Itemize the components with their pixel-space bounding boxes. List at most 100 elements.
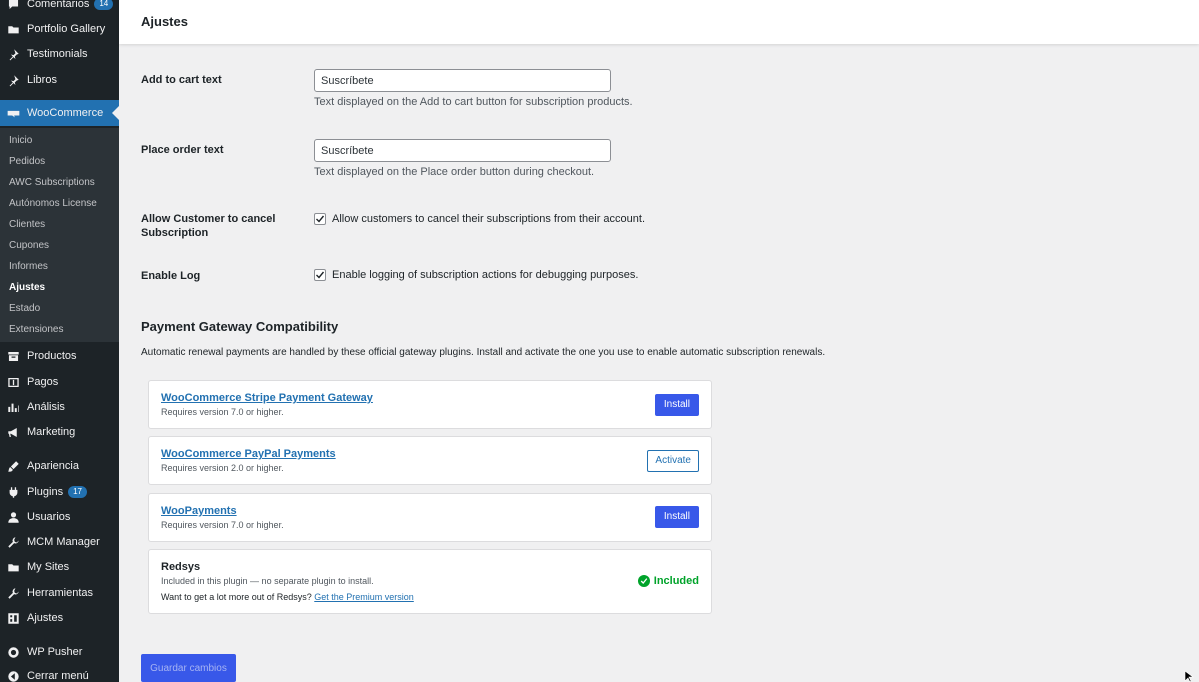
page-title: Ajustes [141, 14, 188, 29]
redsys-included-note: Included in this plugin — no separate pl… [161, 576, 374, 586]
brush-icon [6, 459, 20, 473]
submenu-autonomos-license[interactable]: Autónomos License [9, 196, 97, 212]
page-header: Ajustes [119, 0, 1199, 44]
menu-plugins[interactable]: Plugins 17 [0, 479, 119, 505]
menu-testimonials[interactable]: Testimonials [0, 41, 119, 67]
menu-label: Comentarios [27, 0, 90, 10]
menu-analisis[interactable]: Análisis [0, 394, 119, 420]
stripe-requirement: Requires version 7.0 or higher. [161, 407, 284, 417]
menu-wp-pusher[interactable]: WP Pusher [0, 639, 119, 665]
add-to-cart-label: Add to cart text [141, 74, 222, 86]
submenu-cupones[interactable]: Cupones [9, 238, 49, 254]
enable-log-label: Enable Log [141, 270, 201, 282]
menu-ajustes[interactable]: Ajustes [0, 605, 119, 631]
menu-pagos[interactable]: Pagos [0, 369, 119, 395]
stripe-link[interactable]: WooCommerce Stripe Payment Gateway [161, 392, 373, 404]
menu-apariencia[interactable]: Apariencia [0, 453, 119, 479]
gateway-card-woopayments: WooPayments Requires version 7.0 or high… [148, 493, 712, 542]
redsys-title: Redsys [161, 561, 201, 573]
check-circle-icon [637, 575, 650, 587]
comment-count-badge: 14 [94, 0, 114, 10]
redsys-upsell-text: Want to get a lot more out of Redsys? [161, 592, 312, 602]
settings-icon [6, 611, 20, 625]
paypal-activate-button[interactable]: Activate [647, 450, 699, 472]
pin-icon [6, 47, 20, 61]
menu-woocommerce[interactable]: WooCommerce [0, 100, 119, 126]
money-icon [6, 375, 20, 389]
pin-icon [6, 73, 20, 87]
place-order-input[interactable] [314, 139, 611, 162]
archive-icon [6, 349, 20, 363]
redsys-premium-link[interactable]: Get the Premium version [314, 592, 414, 602]
submenu-pedidos[interactable]: Pedidos [9, 154, 45, 170]
menu-label: Ajustes [27, 612, 64, 624]
menu-label: Herramientas [27, 587, 94, 599]
place-order-desc: Text displayed on the Place order button… [314, 166, 595, 178]
menu-label: Apariencia [27, 460, 79, 472]
megaphone-icon [6, 425, 20, 439]
gateway-card-redsys: Redsys Included in this plugin — no sepa… [148, 549, 712, 614]
check-icon [316, 271, 325, 279]
menu-label: WP Pusher [27, 646, 83, 658]
gateway-card-stripe: WooCommerce Stripe Payment Gateway Requi… [148, 380, 712, 429]
mouse-cursor-icon [1184, 671, 1194, 682]
submenu-extensiones[interactable]: Extensiones [9, 322, 63, 338]
folder-icon [6, 560, 20, 574]
submenu-ajustes[interactable]: Ajustes [9, 280, 45, 296]
menu-label: My Sites [27, 561, 70, 573]
gateway-section-title: Payment Gateway Compatibility [141, 319, 339, 334]
woopayments-install-button[interactable]: Install [654, 506, 699, 528]
allow-cancel-checkbox[interactable] [314, 213, 326, 225]
save-changes-button[interactable]: Guardar cambios [141, 654, 236, 682]
add-to-cart-input[interactable] [314, 69, 611, 92]
paypal-requirement: Requires version 2.0 or higher. [161, 463, 284, 473]
add-to-cart-desc: Text displayed on the Add to cart button… [314, 96, 633, 108]
woocommerce-submenu: Inicio Pedidos AWC Subscriptions Autónom… [0, 128, 119, 342]
menu-label: Productos [27, 350, 77, 362]
enable-log-text: Enable logging of subscription actions f… [332, 269, 639, 281]
stripe-install-button[interactable]: Install [654, 394, 699, 416]
submenu-clientes[interactable]: Clientes [9, 217, 45, 233]
submenu-inicio[interactable]: Inicio [9, 133, 32, 149]
enable-log-row: Enable logging of subscription actions f… [314, 269, 638, 281]
submenu-awc-subscriptions[interactable]: AWC Subscriptions [9, 175, 95, 191]
gateway-card-paypal: WooCommerce PayPal Payments Requires ver… [148, 436, 712, 485]
collapse-icon [6, 669, 20, 682]
menu-usuarios[interactable]: Usuarios [0, 504, 119, 530]
menu-productos[interactable]: Productos [0, 343, 119, 369]
menu-marketing[interactable]: Marketing [0, 419, 119, 445]
allow-cancel-label-line1: Allow Customer to cancel [141, 213, 276, 225]
plugin-icon [6, 485, 20, 499]
place-order-label: Place order text [141, 144, 224, 156]
menu-comentarios[interactable]: Comentarios 14 [0, 0, 119, 17]
allow-cancel-label: Allow Customer to cancel Subscription [141, 212, 291, 240]
woo-icon [6, 106, 20, 120]
menu-libros[interactable]: Libros [0, 67, 119, 93]
wrench-icon [6, 586, 20, 600]
menu-label: Pagos [27, 376, 59, 388]
allow-cancel-text: Allow customers to cancel their subscrip… [332, 213, 646, 225]
gateway-section-desc: Automatic renewal payments are handled b… [141, 347, 826, 358]
menu-my-sites[interactable]: My Sites [0, 554, 119, 580]
menu-mcm-manager[interactable]: MCM Manager [0, 529, 119, 555]
menu-portfolio-gallery[interactable]: Portfolio Gallery [0, 16, 119, 42]
submenu-estado[interactable]: Estado [9, 301, 40, 317]
menu-label: Usuarios [27, 511, 71, 523]
comment-icon [6, 0, 20, 11]
redsys-status-label: Included [653, 575, 699, 587]
menu-label: Marketing [27, 426, 76, 438]
woopayments-link[interactable]: WooPayments [161, 505, 237, 517]
menu-cerrar[interactable]: Cerrar menú [0, 663, 119, 682]
menu-label: Libros [27, 74, 57, 86]
chart-icon [6, 400, 20, 414]
redsys-status: Included [637, 575, 699, 587]
paypal-link[interactable]: WooCommerce PayPal Payments [161, 448, 336, 460]
enable-log-checkbox[interactable] [314, 269, 326, 281]
menu-herramientas[interactable]: Herramientas [0, 580, 119, 606]
menu-label: Plugins [27, 486, 64, 498]
redsys-upsell: Want to get a lot more out of Redsys? Ge… [161, 592, 414, 602]
menu-label: Testimonials [27, 48, 88, 60]
plugin-count-badge: 17 [68, 486, 87, 498]
submenu-informes[interactable]: Informes [9, 259, 48, 275]
menu-label: MCM Manager [27, 536, 100, 548]
